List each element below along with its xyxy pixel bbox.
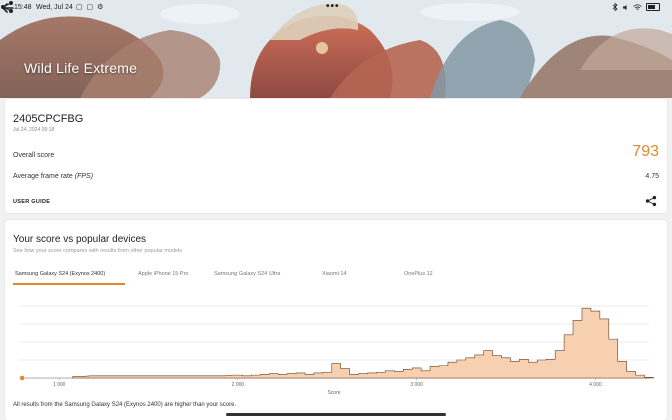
- histogram-bin: [519, 359, 528, 378]
- histogram-bin: [493, 356, 502, 378]
- tab-xiaomi-14[interactable]: Xiaomi 14: [322, 271, 346, 277]
- histogram-bin: [305, 374, 314, 378]
- histogram-bin: [537, 360, 546, 378]
- your-score-marker: [19, 375, 26, 381]
- histogram-bin: [502, 358, 511, 378]
- histogram-bin: [439, 366, 448, 378]
- histogram-bin: [251, 375, 260, 378]
- histogram-bin: [368, 373, 377, 378]
- histogram-bin: [475, 355, 484, 378]
- x-axis-label: Score: [327, 390, 340, 396]
- overall-score-value: 793: [632, 143, 659, 160]
- x-tick-label: 1 000: [53, 382, 66, 388]
- score-distribution-chart: 1 000 2 000 3 000 4 000 Score: [19, 305, 654, 396]
- status-indicators: [612, 3, 660, 11]
- histogram-bin: [269, 374, 278, 378]
- histogram-bin: [421, 371, 430, 378]
- histogram-bin: [618, 361, 627, 378]
- histogram-bin: [546, 359, 555, 378]
- histogram-bin: [216, 376, 225, 378]
- histogram-bin: [260, 374, 269, 378]
- histogram-bin: [198, 376, 207, 378]
- histogram-bin: [573, 320, 582, 378]
- status-bar: 15:48 Wed, Jul 24 ▢ ▢ ⚙ •••: [0, 0, 672, 16]
- tab-samsung-galaxy-s24-ultra[interactable]: Samsung Galaxy S24 Ultra: [214, 271, 280, 277]
- histogram-bin: [144, 376, 153, 378]
- histogram-bin: [564, 335, 573, 378]
- histogram-bin: [314, 373, 323, 378]
- histogram-bin: [466, 358, 475, 378]
- fps-unit: (FPS): [74, 173, 94, 180]
- histogram-bin: [376, 372, 385, 378]
- histogram-bin: [385, 371, 394, 378]
- x-tick-label: 3 000: [410, 382, 423, 388]
- comparison-subtitle: See how your score compares with results…: [13, 248, 183, 254]
- active-tab-indicator: [13, 283, 125, 285]
- histogram-bin: [403, 369, 412, 378]
- histogram-bin: [332, 364, 341, 378]
- histogram-bin: [242, 376, 251, 378]
- test-date: Jul 24, 2024 09:18: [13, 127, 55, 133]
- histogram-bin: [90, 376, 99, 378]
- histogram-bin: [457, 360, 466, 378]
- notification-icons: ▢ ▢ ⚙: [76, 4, 105, 11]
- histogram-bin: [448, 362, 457, 378]
- histogram-bin: [645, 377, 654, 378]
- tab-oneplus-12[interactable]: OnePlus 12: [404, 271, 433, 277]
- comparison-card: Your score vs popular devices See how yo…: [5, 220, 667, 420]
- histogram-bin: [287, 374, 296, 378]
- histogram-bin: [296, 373, 305, 378]
- benchmark-title: Wild Life Extreme: [24, 60, 138, 76]
- histogram-bin: [126, 376, 135, 378]
- histogram-bin: [233, 375, 242, 378]
- histogram-bin: [341, 369, 350, 378]
- histogram-bin: [359, 374, 368, 378]
- histogram-bin: [591, 311, 600, 378]
- tab-apple-iphone-15-pro[interactable]: Apple iPhone 15 Pro: [138, 271, 188, 277]
- device-name: 2405CPCFBG: [13, 113, 84, 125]
- x-tick-label: 4 000: [589, 382, 602, 388]
- histogram-bin: [323, 372, 332, 378]
- comparison-title: Your score vs popular devices: [13, 234, 147, 245]
- status-date: Wed, Jul 24: [36, 4, 73, 11]
- battery-icon: [646, 3, 660, 11]
- histogram-bin: [555, 351, 564, 378]
- user-guide-link[interactable]: USER GUIDE: [13, 199, 50, 205]
- histogram-bin: [73, 377, 82, 378]
- histogram-bin: [484, 351, 493, 378]
- histogram-bin: [108, 376, 117, 378]
- histogram-bin: [528, 362, 537, 378]
- multitask-dots-icon[interactable]: •••: [326, 1, 340, 12]
- fps-label-text: Average frame rate: [13, 173, 75, 180]
- histogram-bin: [162, 376, 171, 378]
- histogram-bin: [180, 376, 189, 378]
- tab-samsung-galaxy-s24-exynos[interactable]: Samsung Galaxy S24 (Exynos 2400): [15, 271, 105, 277]
- histogram-bin: [627, 372, 636, 378]
- histogram-bin: [278, 374, 287, 378]
- share-result-icon[interactable]: [645, 195, 657, 207]
- histogram-bin: [636, 375, 645, 378]
- histogram-bin: [412, 368, 421, 378]
- histogram-bin: [609, 339, 618, 378]
- fps-label: Average frame rate (FPS): [13, 173, 93, 180]
- overall-score-label: Overall score: [13, 152, 55, 159]
- histogram-bin: [394, 372, 403, 378]
- comparison-footnote: All results from the Samsung Galaxy S24 …: [13, 402, 237, 408]
- wifi-icon: [633, 3, 642, 10]
- histogram-bin: [582, 308, 591, 378]
- status-time: 15:48: [14, 4, 32, 11]
- bluetooth-icon: [612, 3, 618, 11]
- histogram-bin: [510, 361, 519, 378]
- histogram-bin: [350, 374, 359, 378]
- histogram-bin: [430, 366, 439, 378]
- x-tick-label: 2 000: [232, 382, 245, 388]
- gesture-bar[interactable]: [226, 413, 446, 416]
- mute-icon: [623, 4, 627, 10]
- result-card: 2405CPCFBG Jul 24, 2024 09:18 Overall sc…: [5, 99, 667, 213]
- fps-value: 4.75: [645, 173, 659, 180]
- histogram-bin: [600, 319, 609, 378]
